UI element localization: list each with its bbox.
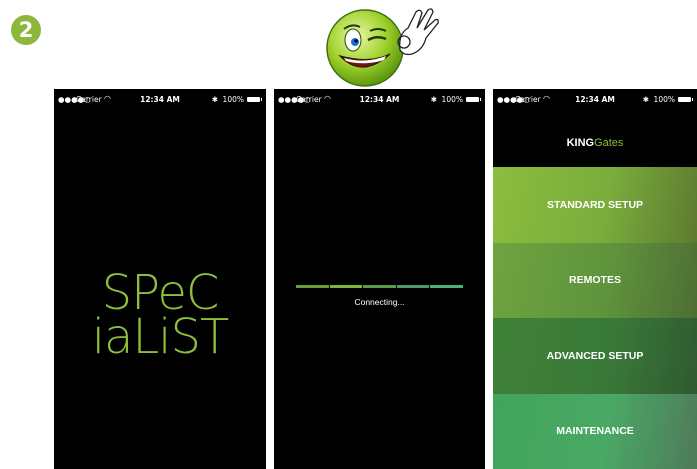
battery-percent: 100% <box>441 95 463 104</box>
battery-percent: 100% <box>222 95 244 104</box>
battery-icon <box>466 97 481 102</box>
status-bar: ●●●●○ Carrier ◠ 12:34 AM ✱ 100% <box>274 89 485 111</box>
maintenance-button[interactable]: MAINTENANCE <box>493 393 697 469</box>
remotes-button[interactable]: REMOTES <box>493 242 697 318</box>
splash-screen: ●●●●○ Carrier ◠ 12:34 AM ✱ 100% SPeC iaL… <box>54 89 266 469</box>
brand-light: Gates <box>594 137 624 149</box>
status-bar: ●●●●○ Carrier ◠ 12:34 AM ✱ 100% <box>54 89 266 111</box>
main-menu-screen: ●●●●○ Carrier ◠ 12:34 AM ✱ 100% KINGGate… <box>493 89 697 469</box>
advanced-setup-button[interactable]: ADVANCED SETUP <box>493 318 697 394</box>
step-number-badge: 2 <box>11 15 41 45</box>
battery-icon <box>678 97 693 102</box>
specialist-logo: SPeC iaLiST <box>54 269 266 365</box>
logo-line-2: iaLiST <box>91 309 230 365</box>
status-bar: ●●●●○ Carrier ◠ 12:34 AM ✱ 100% <box>493 89 697 111</box>
progress-segment-2 <box>329 285 363 288</box>
winking-smiley-mascot <box>326 8 439 87</box>
progress-segment-1 <box>296 285 329 288</box>
bluetooth-icon: ✱ <box>211 95 218 104</box>
progress-segment-3 <box>363 285 396 288</box>
connection-progress-bar <box>296 285 464 288</box>
progress-segment-5 <box>430 285 463 288</box>
battery-percent: 100% <box>653 95 675 104</box>
battery-icon <box>247 97 262 102</box>
connecting-screen: ●●●●○ Carrier ◠ 12:34 AM ✱ 100% Connecti… <box>274 89 485 469</box>
main-menu: STANDARD SETUP REMOTES ADVANCED SETUP MA… <box>493 167 697 469</box>
kinggates-brand: KINGGates <box>493 137 697 149</box>
connecting-status-text: Connecting... <box>354 297 405 307</box>
bluetooth-icon: ✱ <box>430 95 437 104</box>
progress-segment-4 <box>396 285 430 288</box>
bluetooth-icon: ✱ <box>642 95 649 104</box>
brand-bold: KING <box>566 137 595 149</box>
standard-setup-button[interactable]: STANDARD SETUP <box>493 167 697 243</box>
